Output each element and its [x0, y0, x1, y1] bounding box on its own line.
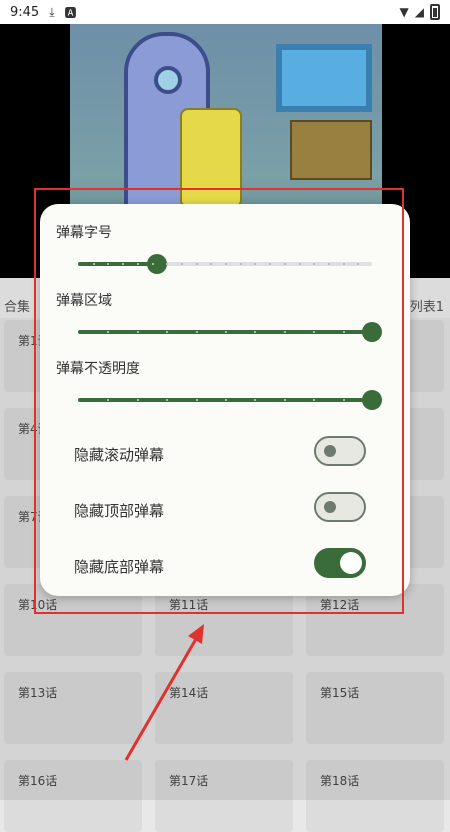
- wall-picture: [276, 44, 372, 112]
- door-window: [154, 66, 182, 94]
- text-a-icon: 🅰: [64, 5, 77, 20]
- download-icon: ⤓: [49, 4, 55, 19]
- wifi-icon: ▼: [399, 5, 409, 19]
- annotation-highlight-box: [34, 188, 404, 614]
- status-time: 9:45: [10, 4, 40, 20]
- stove-illustration: [290, 120, 372, 180]
- signal-icon: ◢: [414, 5, 424, 19]
- battery-icon: [430, 4, 440, 20]
- status-bar: 9:45 ⤓ 🅰 ▼ ◢: [0, 0, 450, 24]
